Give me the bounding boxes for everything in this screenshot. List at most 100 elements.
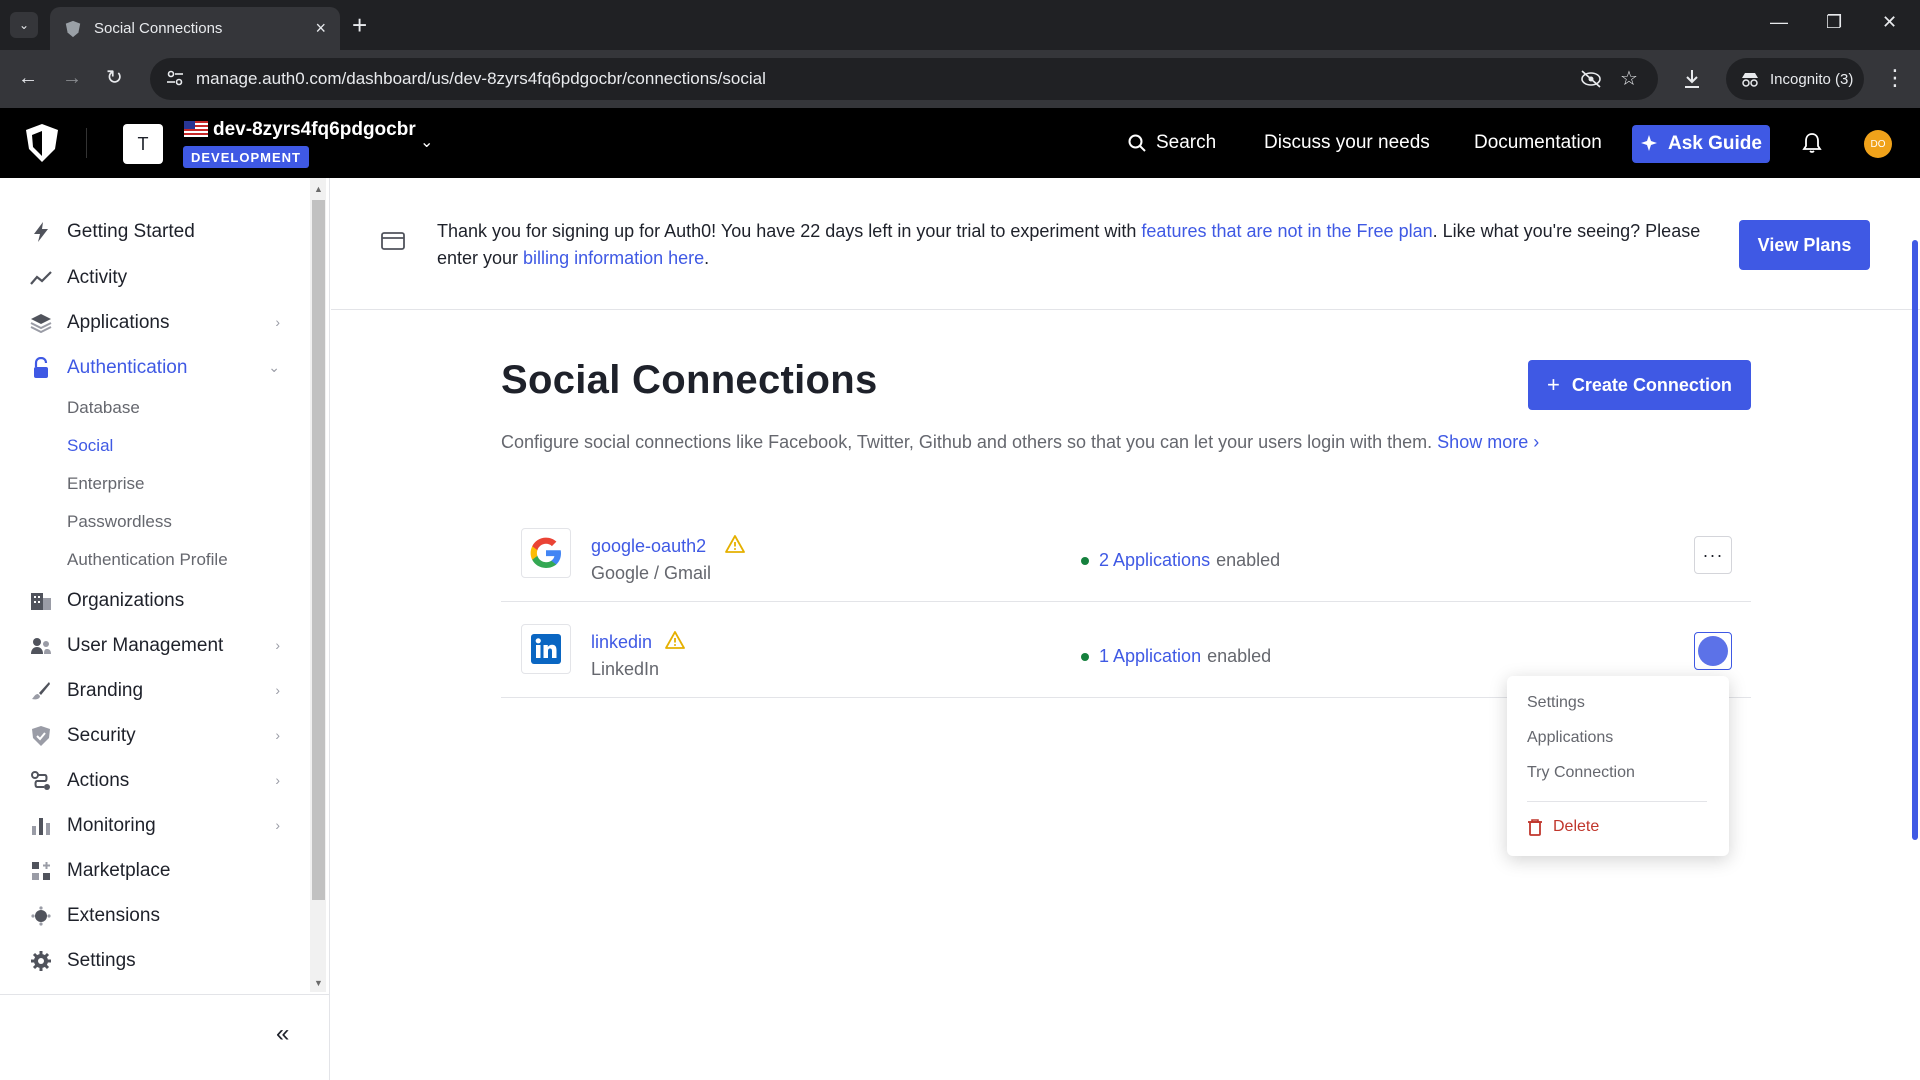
sidebar-item-settings[interactable]: Settings xyxy=(30,946,280,976)
sidebar-item-actions[interactable]: Actions › xyxy=(30,766,280,796)
eye-off-icon[interactable] xyxy=(1580,70,1602,88)
sidebar-item-label: Security xyxy=(67,725,136,746)
menu-item-applications[interactable]: Applications xyxy=(1527,729,1613,747)
bookmark-star-icon[interactable]: ☆ xyxy=(1620,66,1638,91)
billing-info-link[interactable]: billing information here xyxy=(523,248,704,268)
connection-name-link[interactable]: linkedin xyxy=(591,632,652,653)
sidebar-item-extensions[interactable]: Extensions xyxy=(30,901,280,931)
delete-label: Delete xyxy=(1553,818,1600,835)
trial-banner: Thank you for signing up for Auth0! You … xyxy=(331,178,1920,310)
connection-provider: Google / Gmail xyxy=(591,563,712,583)
sidebar-item-security[interactable]: Security › xyxy=(30,721,280,751)
menu-item-delete[interactable]: Delete xyxy=(1527,818,1599,836)
description-text: Configure social connections like Facebo… xyxy=(501,432,1438,452)
chevron-right-icon: › xyxy=(275,727,280,743)
tenant-avatar[interactable]: T xyxy=(123,124,163,164)
user-avatar[interactable]: DO xyxy=(1864,130,1892,158)
sidebar-item-label: Extensions xyxy=(67,905,160,926)
puzzle-icon xyxy=(30,905,52,927)
sidebar-item-label: Marketplace xyxy=(67,860,171,881)
environment-badge: DEVELOPMENT xyxy=(183,146,309,168)
sidebar-item-label: Authentication xyxy=(67,357,188,378)
applications-count-link[interactable]: 2 Applications xyxy=(1099,550,1210,571)
page-description: Configure social connections like Facebo… xyxy=(501,432,1539,453)
more-options-button[interactable] xyxy=(1694,632,1732,670)
sidebar-item-applications[interactable]: Applications › xyxy=(30,308,280,338)
discuss-needs-link[interactable]: Discuss your needs xyxy=(1264,132,1430,154)
search-button[interactable]: Search xyxy=(1128,132,1216,154)
chevron-right-icon: › xyxy=(275,817,280,833)
menu-item-settings[interactable]: Settings xyxy=(1527,694,1585,712)
sidebar-item-organizations[interactable]: Organizations xyxy=(30,586,280,616)
layers-icon xyxy=(30,312,52,334)
features-link[interactable]: features that are not in the Free plan xyxy=(1141,221,1432,241)
forward-icon[interactable]: → xyxy=(62,66,82,90)
sidebar-item-branding[interactable]: Branding › xyxy=(30,676,280,706)
close-window-icon[interactable]: ✕ xyxy=(1882,12,1897,33)
warning-icon[interactable] xyxy=(725,534,745,554)
menu-item-try-connection[interactable]: Try Connection xyxy=(1527,764,1635,782)
browser-tab[interactable]: Social Connections × xyxy=(50,7,340,50)
connection-status: 2 Applications enabled xyxy=(1081,550,1280,571)
sidebar-divider xyxy=(0,994,329,995)
sidebar-item-label: Getting Started xyxy=(67,221,195,242)
sidebar-item-activity[interactable]: Activity xyxy=(30,263,280,293)
chevron-right-icon: › xyxy=(275,772,280,788)
sidebar-item-marketplace[interactable]: Marketplace xyxy=(30,856,280,886)
sidebar-subitem-authentication-profile[interactable]: Authentication Profile xyxy=(67,550,228,570)
incognito-indicator[interactable]: Incognito (3) xyxy=(1726,58,1864,100)
reload-icon[interactable]: ↻ xyxy=(106,66,123,90)
warning-icon[interactable] xyxy=(665,630,685,650)
sidebar-subitem-enterprise[interactable]: Enterprise xyxy=(67,474,144,494)
sidebar-subitem-passwordless[interactable]: Passwordless xyxy=(67,512,172,532)
plus-icon: + xyxy=(1547,372,1560,397)
sidebar-item-label: Settings xyxy=(67,950,136,971)
grid-plus-icon xyxy=(30,860,52,882)
ask-guide-button[interactable]: Ask Guide xyxy=(1632,125,1770,163)
tab-search-button[interactable]: ⌄ xyxy=(10,12,38,38)
minimize-window-icon[interactable]: — xyxy=(1770,12,1788,33)
sidebar-item-authentication[interactable]: Authentication ⌄ xyxy=(30,353,280,383)
sidebar-item-monitoring[interactable]: Monitoring › xyxy=(30,811,280,841)
site-info-icon[interactable] xyxy=(166,69,184,87)
close-tab-icon[interactable]: × xyxy=(315,18,326,39)
new-tab-button[interactable]: + xyxy=(352,10,367,40)
address-bar[interactable]: manage.auth0.com/dashboard/us/dev-8zyrs4… xyxy=(150,58,1658,100)
banner-text-part: . xyxy=(704,248,710,268)
documentation-link[interactable]: Documentation xyxy=(1474,132,1602,154)
connection-provider: LinkedIn xyxy=(591,659,660,679)
more-options-button[interactable]: ··· xyxy=(1694,536,1732,574)
bell-icon[interactable] xyxy=(1802,132,1822,154)
building-icon xyxy=(30,590,52,612)
show-more-link[interactable]: Show more › xyxy=(1437,432,1539,452)
collapse-sidebar-button[interactable]: « xyxy=(276,1020,289,1048)
main-scrollbar-thumb[interactable] xyxy=(1912,240,1918,840)
browser-menu-icon[interactable]: ⋮ xyxy=(1884,66,1906,90)
sidebar-item-label: Applications xyxy=(67,312,170,333)
sidebar-subitem-database[interactable]: Database xyxy=(67,398,140,418)
create-connection-label: Create Connection xyxy=(1571,374,1732,395)
tenant-name[interactable]: dev-8zyrs4fq6pdgocbr xyxy=(213,119,416,141)
connection-name-link[interactable]: google-oauth2 xyxy=(591,536,706,557)
view-plans-button[interactable]: View Plans xyxy=(1739,220,1870,270)
sidebar-scrollbar-thumb[interactable] xyxy=(312,200,325,900)
restore-window-icon[interactable]: ❐ xyxy=(1826,12,1842,33)
scroll-up-arrow-icon[interactable]: ▲ xyxy=(314,184,323,194)
sidebar-subitem-social[interactable]: Social xyxy=(67,436,113,456)
auth0-logo-icon[interactable] xyxy=(24,123,60,163)
browser-tab-bar: ⌄ Social Connections × + — ❐ ✕ xyxy=(0,0,1920,50)
back-icon[interactable]: ← xyxy=(18,66,38,90)
applications-count-link[interactable]: 1 Application xyxy=(1099,646,1201,667)
chevron-down-icon: ⌄ xyxy=(268,359,280,375)
sidebar-item-label: Organizations xyxy=(67,590,185,611)
tenant-switcher-chevron-icon[interactable]: ⌄ xyxy=(420,132,433,152)
chevron-down-icon: ⌄ xyxy=(18,18,30,32)
sidebar-item-user-management[interactable]: User Management › xyxy=(30,631,280,661)
create-connection-button[interactable]: + Create Connection xyxy=(1528,360,1751,410)
download-icon[interactable] xyxy=(1682,68,1702,90)
shield-check-icon xyxy=(30,725,52,747)
auth0-favicon-icon xyxy=(65,20,81,37)
scroll-down-arrow-icon[interactable]: ▼ xyxy=(314,978,323,988)
linkedin-logo-icon xyxy=(521,624,571,674)
sidebar-item-getting-started[interactable]: Getting Started xyxy=(30,217,280,247)
